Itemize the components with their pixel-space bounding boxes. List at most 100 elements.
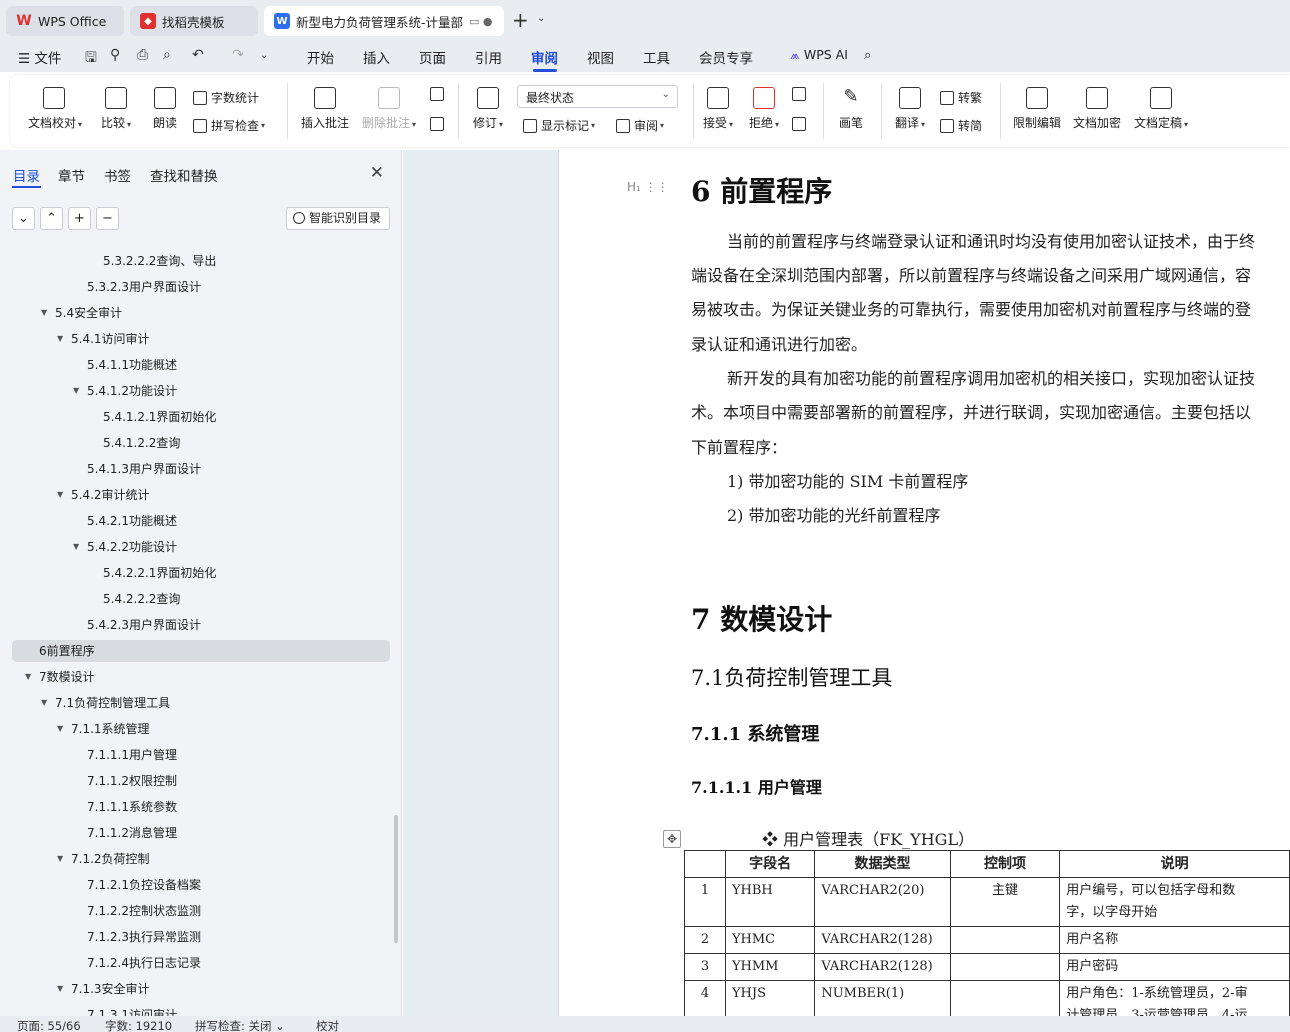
toc-item[interactable]: 5.4.2.2.1界面初始化	[12, 562, 390, 584]
show-marks-button[interactable]: 显示标记 ▾	[523, 117, 595, 134]
smart-toc-button[interactable]: 智能识别目录	[286, 207, 390, 230]
print-preview-icon[interactable]: ⌕	[163, 47, 171, 63]
pen-button[interactable]: ✎ 画笔	[836, 87, 866, 131]
toc-item[interactable]: 5.3.2.3用户界面设计	[12, 276, 390, 298]
toc-item[interactable]: 5.4.2.3用户界面设计	[12, 614, 390, 636]
tab-wps-office[interactable]: W WPS Office	[6, 6, 124, 36]
toc-item[interactable]: 7.1.2.4执行日志记录	[12, 952, 390, 974]
doc-proofread-button[interactable]: 文档校对 ▾	[28, 87, 82, 131]
toc-item[interactable]: 7.1.3.1访问审计	[12, 1004, 390, 1016]
translate-button[interactable]: 翻译 ▾	[892, 87, 928, 131]
next-revision-icon[interactable]	[792, 117, 810, 131]
toc-item[interactable]: ▼ 7.1负荷控制管理工具	[12, 692, 390, 714]
spell-check-button[interactable]: 拼写检查 ▾	[193, 117, 265, 134]
panel-tab-toc[interactable]: 目录	[13, 165, 40, 185]
markup-status-select[interactable]: 最终状态 ⌄	[517, 85, 678, 108]
toc-item[interactable]: 7.1.2.1负控设备档案	[12, 874, 390, 896]
word-count-button[interactable]: 字数统计	[193, 89, 259, 106]
menu-member[interactable]: 会员专享	[699, 47, 753, 67]
toc-item[interactable]: ▼ 5.4.1.2功能设计	[12, 380, 390, 402]
share-icon[interactable]: ⚲	[110, 47, 120, 63]
toc-item[interactable]: 7.1.1.2权限控制	[12, 770, 390, 792]
page-indicator[interactable]: 页面: 55/66	[17, 1018, 81, 1032]
toc-item[interactable]: 5.4.1.2.1界面初始化	[12, 406, 390, 428]
toc-item[interactable]: ▼ 7数模设计	[12, 666, 390, 688]
add-heading-icon[interactable]: +	[68, 207, 91, 230]
toc-scrollbar[interactable]	[394, 815, 398, 943]
prev-revision-icon[interactable]	[792, 87, 810, 101]
remove-heading-icon[interactable]: −	[96, 207, 119, 230]
expand-arrow-icon[interactable]: ▼	[73, 380, 79, 402]
expand-arrow-icon[interactable]: ▼	[57, 848, 63, 870]
toc-item[interactable]: 7.1.2.3执行异常监测	[12, 926, 390, 948]
panel-tab-chapters[interactable]: 章节	[58, 165, 85, 185]
quick-access-more-icon[interactable]: ⌄	[260, 50, 268, 61]
menu-view[interactable]: 视图	[587, 47, 614, 67]
menu-home[interactable]: 开始	[307, 47, 334, 67]
new-tab-icon[interactable]: +	[512, 8, 529, 32]
panel-tab-find-replace[interactable]: 查找和替换	[150, 165, 218, 185]
expand-arrow-icon[interactable]: ▼	[73, 536, 79, 558]
toc-item[interactable]: ▼ 7.1.2负荷控制	[12, 848, 390, 870]
restrict-edit-button[interactable]: 限制编辑	[1012, 87, 1062, 131]
redo-icon[interactable]: ↷	[232, 47, 244, 63]
expand-arrow-icon[interactable]: ▼	[57, 978, 63, 1000]
toc-item[interactable]: 7.1.1.2消息管理	[12, 822, 390, 844]
toc-item[interactable]: 7.1.1.1用户管理	[12, 744, 390, 766]
tab-document[interactable]: W 新型电力负荷管理系统-计量部 ▭ ●	[264, 6, 504, 36]
tab-close-icon[interactable]: ▭ ●	[469, 15, 493, 28]
toc-item[interactable]: 7.1.1.1系统参数	[12, 796, 390, 818]
table-move-handle-icon[interactable]: ✥	[663, 830, 681, 848]
toc-item[interactable]: 5.4.2.1功能概述	[12, 510, 390, 532]
toc-item[interactable]: ▼ 5.4.2审计统计	[12, 484, 390, 506]
doc-finalize-button[interactable]: 文档定稿 ▾	[1133, 87, 1189, 131]
tab-docer[interactable]: ◆ 找稻壳模板	[130, 6, 258, 36]
to-traditional-button[interactable]: 转繁	[940, 89, 982, 106]
expand-arrow-icon[interactable]: ▼	[57, 718, 63, 740]
menu-tools[interactable]: 工具	[643, 47, 670, 67]
toc-item[interactable]: 5.4.1.3用户界面设计	[12, 458, 390, 480]
to-simplified-button[interactable]: 转简	[940, 117, 982, 134]
wps-ai-button[interactable]: ⩕ WPS AI	[790, 47, 848, 63]
heading-drag-handle-icon[interactable]: H₁ ⋮⋮	[627, 180, 669, 194]
toc-item[interactable]: 5.3.2.2.2查询、导出	[12, 250, 390, 272]
toc-item[interactable]: ▼ 7.1.1系统管理	[12, 718, 390, 740]
print-icon[interactable]: ⎙	[137, 47, 148, 63]
menu-insert[interactable]: 插入	[363, 47, 390, 67]
accept-button[interactable]: 接受 ▾	[700, 87, 736, 131]
compare-button[interactable]: 比较 ▾	[98, 87, 134, 131]
toc-item[interactable]: 5.4.1.2.2查询	[12, 432, 390, 454]
menu-page[interactable]: 页面	[419, 47, 446, 67]
expand-arrow-icon[interactable]: ▼	[41, 692, 47, 714]
toc-item[interactable]: 5.4.2.2.2查询	[12, 588, 390, 610]
insert-comment-button[interactable]: 插入批注	[300, 87, 350, 131]
toc-item[interactable]: 5.4.1.1功能概述	[12, 354, 390, 376]
menu-reference[interactable]: 引用	[475, 47, 502, 67]
toc-item[interactable]: 7.1.2.2控制状态监测	[12, 900, 390, 922]
toc-item[interactable]: 6前置程序	[12, 640, 390, 662]
menu-review[interactable]: 审阅	[531, 47, 558, 67]
save-icon[interactable]: 🖫	[85, 47, 97, 71]
prev-comment-icon[interactable]	[430, 87, 448, 101]
word-count-indicator[interactable]: 字数: 19210	[105, 1018, 172, 1032]
expand-down-icon[interactable]: ⌄	[12, 207, 35, 230]
doc-encrypt-button[interactable]: 文档加密	[1072, 87, 1122, 131]
read-aloud-button[interactable]: 朗读	[150, 87, 180, 131]
reject-button[interactable]: 拒绝 ▾	[746, 87, 782, 131]
search-icon[interactable]: ⌕	[864, 47, 872, 63]
toc-item[interactable]: ▼ 5.4.2.2功能设计	[12, 536, 390, 558]
undo-icon[interactable]: ↶	[192, 47, 204, 63]
panel-tab-bookmarks[interactable]: 书签	[104, 165, 131, 185]
toc-item[interactable]: ▼ 5.4.1访问审计	[12, 328, 390, 350]
expand-arrow-icon[interactable]: ▼	[41, 302, 47, 324]
review-pane-button[interactable]: 审阅 ▾	[616, 117, 664, 134]
toc-item[interactable]: ▼ 7.1.3安全审计	[12, 978, 390, 1000]
collapse-up-icon[interactable]: ⌃	[40, 207, 63, 230]
expand-arrow-icon[interactable]: ▼	[25, 666, 31, 688]
chevron-down-icon[interactable]: ⌄	[537, 13, 545, 24]
revise-button[interactable]: 修订 ▾	[470, 87, 506, 131]
close-icon[interactable]: ✕	[370, 163, 384, 183]
next-comment-icon[interactable]	[430, 117, 448, 131]
proofread-indicator[interactable]: 校对	[316, 1018, 339, 1032]
spell-check-indicator[interactable]: 拼写检查: 关闭 ⌄	[195, 1018, 285, 1032]
